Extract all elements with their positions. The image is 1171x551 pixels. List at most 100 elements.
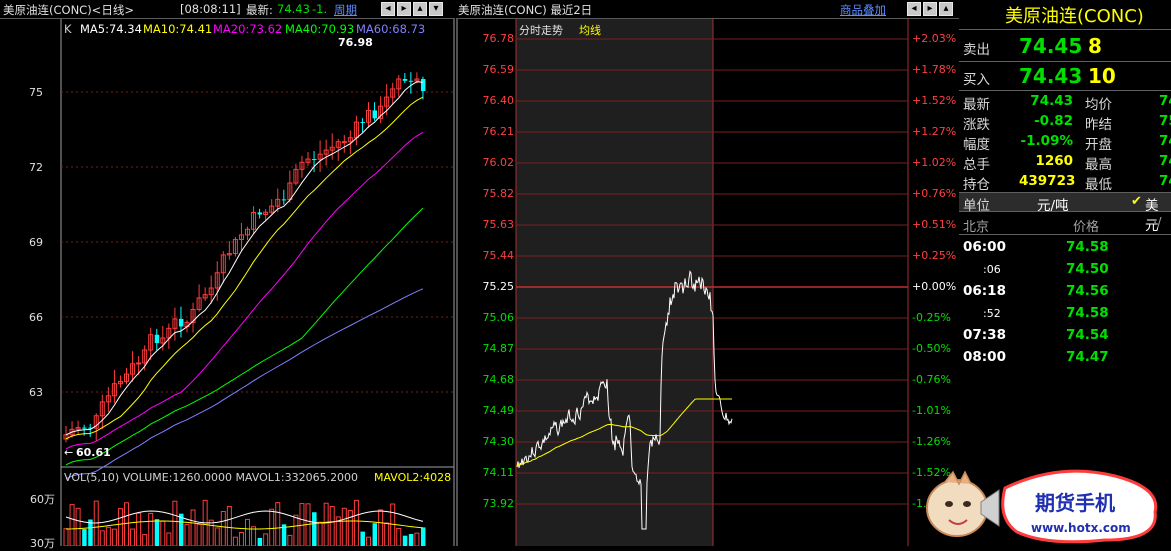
intraday-pct-level: +1.27%	[912, 125, 957, 138]
buy-row: 买入 74.43 10	[959, 64, 1171, 90]
stat-row: 涨跌 -0.82 昨结 75	[959, 112, 1171, 133]
stat-label: 总手	[963, 157, 990, 173]
kline-latest-value: 74.43	[277, 2, 310, 16]
tick-time: 07:38	[963, 327, 1006, 343]
kline-panel[interactable]: 美原油连(CONC)<日线> [08:08:11] 最新: 74.43 -1. …	[0, 0, 455, 550]
tick-price: 74.50	[1066, 261, 1109, 277]
candle-body	[154, 334, 160, 344]
intraday-pct-level: -0.76%	[912, 373, 951, 386]
stat-value: 74	[1159, 133, 1171, 149]
stat-value: 439723	[1019, 173, 1076, 189]
intraday-price-level: 74.49	[482, 404, 515, 417]
price-tick: 75	[29, 86, 43, 99]
nav-right-icon[interactable]: ▸	[923, 2, 937, 16]
price-tick: 69	[29, 236, 43, 249]
intraday-price-level: 76.78	[482, 32, 515, 45]
candle-body	[420, 79, 426, 92]
nav-right-icon[interactable]: ▸	[397, 2, 411, 16]
intraday-price-level: 75.44	[482, 249, 515, 262]
volume-bar	[130, 528, 136, 546]
intraday-title: 美原油连(CONC) 最近2日	[458, 3, 593, 17]
tick-time: 06:18	[963, 283, 1006, 299]
ticks-city: 北京	[963, 220, 990, 235]
stat-label: 开盘	[1085, 137, 1112, 153]
stat-value: 74	[1159, 93, 1171, 109]
volume-bar	[196, 523, 202, 546]
intraday-pct-level: +1.78%	[912, 63, 957, 76]
period-link[interactable]: 周期	[334, 2, 357, 18]
ma-line	[65, 131, 424, 450]
intraday-pct-level: +0.00%	[912, 280, 957, 293]
volume-bar	[69, 504, 75, 546]
candle-body	[341, 141, 347, 144]
volume-bar	[142, 534, 148, 546]
volume-bar	[414, 532, 420, 546]
volume-bar	[160, 520, 166, 546]
candle-body	[402, 79, 408, 81]
tick-price: 74.58	[1066, 305, 1109, 321]
volume-bar	[360, 531, 365, 546]
volume-bar	[232, 536, 238, 546]
volume-tick: 30万	[30, 537, 55, 550]
volume-bar	[408, 534, 414, 546]
stat-value: 74	[1159, 153, 1171, 169]
buy-price: 74.43	[1019, 64, 1083, 88]
low-arrow-icon: ←	[64, 446, 74, 459]
buy-qty: 10	[1088, 64, 1116, 88]
volume-bar	[287, 534, 293, 546]
candle-body	[281, 199, 287, 201]
intraday-price-level: 76.40	[482, 94, 515, 107]
stat-label: 幅度	[963, 137, 990, 153]
stat-label: 最低	[1085, 177, 1112, 193]
kline-chart[interactable]	[0, 19, 455, 546]
volume-bar	[238, 531, 244, 546]
mavol1-line	[65, 510, 424, 524]
intraday-price-level: 76.02	[482, 156, 515, 169]
volume-bar	[220, 510, 226, 546]
intraday-price-level: 74.11	[482, 466, 515, 479]
volume-bar	[214, 527, 220, 546]
intraday-price-level: 76.21	[482, 125, 515, 138]
tick-row: 08:00 74.47	[959, 348, 1171, 368]
zoom-in-icon[interactable]: ▴	[413, 2, 427, 16]
tick-row: 06:18 74.56	[959, 282, 1171, 302]
volume-bar	[172, 500, 178, 546]
intraday-pct-level: +0.76%	[912, 187, 957, 200]
currency-check-icon[interactable]: ✔	[1131, 194, 1142, 209]
stat-value: 74	[1159, 173, 1171, 189]
nav-left-icon[interactable]: ◂	[381, 2, 395, 16]
tick-row: :52 74.58	[959, 304, 1171, 324]
tick-row: 06:00 74.58	[959, 238, 1171, 258]
stat-value: 1260	[1035, 153, 1073, 169]
avg-label: 均线	[579, 24, 601, 37]
zoom-out-icon[interactable]: ▾	[429, 2, 443, 16]
intraday-pct-level: +2.03%	[912, 32, 957, 45]
volume-bar	[263, 533, 269, 546]
volume-bar	[88, 519, 93, 546]
overlay-link[interactable]: 商品叠加	[840, 2, 886, 18]
volume-bar	[226, 505, 232, 546]
ticks-vol-header: ·/	[1153, 216, 1162, 231]
volume-bar	[366, 536, 371, 546]
intraday-pct-level: +0.25%	[912, 249, 957, 262]
intraday-pct-level: +0.51%	[912, 218, 957, 231]
volume-bar	[245, 518, 250, 546]
intraday-titlebar: 美原油连(CONC) 最近2日 商品叠加 ◂ ▸ ▴	[456, 0, 959, 19]
stat-label: 最新	[963, 97, 990, 113]
intraday-chart[interactable]	[456, 19, 959, 546]
nav-left-icon[interactable]: ◂	[907, 2, 921, 16]
intraday-price-level: 74.87	[482, 342, 515, 355]
candle-body	[372, 110, 378, 119]
kline-change-value: -1.	[312, 2, 328, 16]
stat-row: 持仓 439723 最低 74	[959, 172, 1171, 193]
volume-bar	[184, 523, 190, 546]
zoom-icon[interactable]: ▴	[939, 2, 953, 16]
kline-latest-label: 最新:	[246, 3, 273, 17]
intraday-panel[interactable]: 美原油连(CONC) 最近2日 商品叠加 ◂ ▸ ▴ 分时走势 均线 76.78…	[456, 0, 959, 546]
intraday-pct-level: -0.25%	[912, 311, 951, 324]
volume-bar	[111, 528, 117, 546]
unit-label: 单位	[963, 198, 990, 214]
quote-title: 美原油连(CONC)	[1005, 6, 1144, 27]
buy-label: 买入	[963, 72, 990, 88]
volume-bar	[312, 512, 317, 546]
